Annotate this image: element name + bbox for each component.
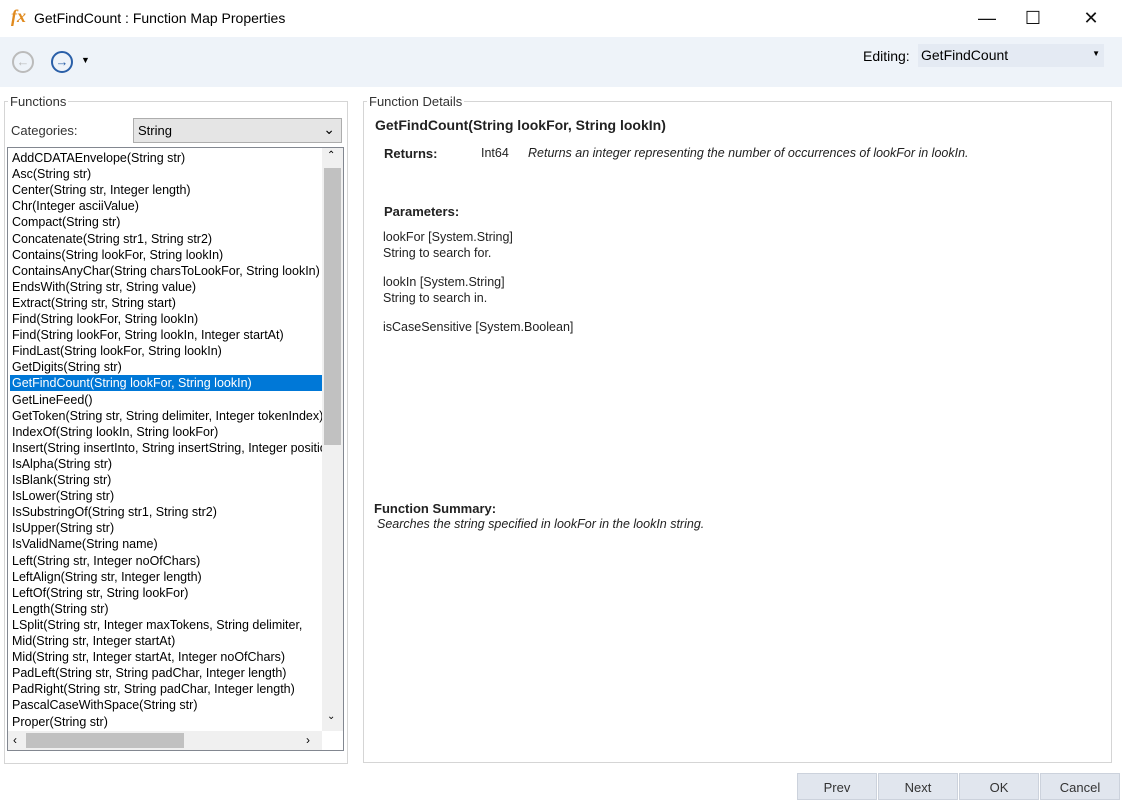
function-list-item[interactable]: ContainsAnyChar(String charsToLookFor, S… <box>10 263 322 279</box>
scroll-down-icon[interactable]: ⌄ <box>327 711 335 722</box>
vertical-scroll-thumb[interactable] <box>324 168 341 445</box>
scroll-left-icon[interactable]: ‹ <box>13 733 17 747</box>
function-list-item[interactable]: PascalCaseWithSpace(String str) <box>10 697 322 713</box>
category-value: String <box>138 123 172 138</box>
function-list-item[interactable]: Proper(String str) <box>10 714 322 730</box>
returns-label: Returns: <box>384 146 438 161</box>
function-list-item[interactable]: PadLeft(String str, String padChar, Inte… <box>10 665 322 681</box>
function-list-item[interactable]: Left(String str, Integer noOfChars) <box>10 553 322 569</box>
fx-icon: fx <box>11 6 26 26</box>
close-button[interactable]: ✕ <box>1068 4 1114 32</box>
chevron-down-icon: ⌄ <box>323 121 335 137</box>
forward-icon[interactable]: → <box>51 51 73 73</box>
maximize-button[interactable]: ☐ <box>1010 4 1056 32</box>
parameter-description: String to search in. <box>383 291 488 305</box>
function-list-item[interactable]: IsLower(String str) <box>10 488 322 504</box>
editing-select[interactable]: GetFindCount ▼ <box>918 44 1104 67</box>
function-list-item[interactable]: LeftOf(String str, String lookFor) <box>10 585 322 601</box>
categories-select[interactable]: String ⌄ <box>133 118 342 143</box>
scroll-right-icon[interactable]: › <box>306 733 310 747</box>
scroll-up-icon[interactable]: ⌃ <box>327 150 335 161</box>
cancel-button[interactable]: Cancel <box>1040 773 1120 800</box>
prev-button[interactable]: Prev <box>797 773 877 800</box>
returns-description: Returns an integer representing the numb… <box>528 146 969 160</box>
back-icon[interactable]: ← <box>12 51 34 73</box>
vertical-scrollbar[interactable]: ⌃ ⌄ <box>322 148 343 731</box>
minimize-button[interactable]: — <box>964 4 1010 32</box>
horizontal-scrollbar[interactable]: ‹ › <box>8 731 322 750</box>
function-list-item[interactable]: LeftAlign(String str, Integer length) <box>10 569 322 585</box>
function-list-item[interactable]: Length(String str) <box>10 601 322 617</box>
returns-type: Int64 <box>481 146 509 160</box>
function-list-item[interactable]: Extract(String str, String start) <box>10 295 322 311</box>
toolbar: ← → ▼ Editing: GetFindCount ▼ <box>0 37 1122 87</box>
parameter-name: lookFor [System.String] <box>383 230 513 244</box>
function-details-group <box>363 101 1112 763</box>
functions-list[interactable]: AddCDATAEnvelope(String str) Asc(String s… <box>7 147 344 751</box>
function-list-item[interactable]: Center(String str, Integer length) <box>10 182 322 198</box>
function-list-item[interactable]: IsBlank(String str) <box>10 472 322 488</box>
function-list-item[interactable]: Chr(Integer asciiValue) <box>10 198 322 214</box>
function-list-item[interactable]: Contains(String lookFor, String lookIn) <box>10 247 322 263</box>
function-list-item[interactable]: IndexOf(String lookIn, String lookFor) <box>10 424 322 440</box>
summary-text: Searches the string specified in lookFor… <box>377 517 705 531</box>
window-title: GetFindCount : Function Map Properties <box>34 10 286 26</box>
function-list-item[interactable]: Mid(String str, Integer startAt) <box>10 633 322 649</box>
function-details-label: Function Details <box>367 94 465 109</box>
function-list-item[interactable]: Asc(String str) <box>10 166 322 182</box>
editing-value: GetFindCount <box>921 47 1009 63</box>
parameters-label: Parameters: <box>384 204 460 219</box>
function-list-item[interactable]: Find(String lookFor, String lookIn) <box>10 311 322 327</box>
horizontal-scroll-thumb[interactable] <box>26 733 184 748</box>
function-list-item[interactable]: GetToken(String str, String delimiter, I… <box>10 408 322 424</box>
next-button[interactable]: Next <box>878 773 958 800</box>
function-list-item[interactable]: Find(String lookFor, String lookIn, Inte… <box>10 327 322 343</box>
function-list-item[interactable]: IsSubstringOf(String str1, String str2) <box>10 504 322 520</box>
parameter-name: lookIn [System.String] <box>383 275 505 289</box>
parameter-description: String to search for. <box>383 246 492 260</box>
categories-label: Categories: <box>11 123 78 138</box>
chevron-down-icon: ▼ <box>1092 49 1100 58</box>
function-list-item[interactable]: Concatenate(String str1, String str2) <box>10 231 322 247</box>
function-list-item[interactable]: GetLineFeed() <box>10 392 322 408</box>
ok-button[interactable]: OK <box>959 773 1039 800</box>
function-list-item[interactable]: Mid(String str, Integer startAt, Integer… <box>10 649 322 665</box>
function-list-item[interactable]: FindLast(String lookFor, String lookIn) <box>10 343 322 359</box>
function-list-item[interactable]: GetFindCount(String lookFor, String look… <box>10 375 322 392</box>
function-signature: GetFindCount(String lookFor, String look… <box>375 117 666 133</box>
title-bar: fx GetFindCount : Function Map Propertie… <box>0 0 1122 37</box>
function-list-item[interactable]: GetDigits(String str) <box>10 359 322 375</box>
function-list-item[interactable]: PadRight(String str, String padChar, Int… <box>10 681 322 697</box>
function-list-item[interactable]: IsAlpha(String str) <box>10 456 322 472</box>
parameter-name: isCaseSensitive [System.Boolean] <box>383 320 574 334</box>
function-list-item[interactable]: IsUpper(String str) <box>10 520 322 536</box>
function-list-item[interactable]: AddCDATAEnvelope(String str) <box>10 150 322 166</box>
history-dropdown-icon[interactable]: ▼ <box>81 55 90 65</box>
function-list-item[interactable]: IsValidName(String name) <box>10 536 322 552</box>
function-list-item[interactable]: Compact(String str) <box>10 214 322 230</box>
function-list-item[interactable]: LSplit(String str, Integer maxTokens, St… <box>10 617 322 633</box>
editing-label: Editing: <box>863 48 910 64</box>
summary-label: Function Summary: <box>374 501 497 516</box>
functions-group-label: Functions <box>8 94 69 109</box>
function-list-item[interactable]: EndsWith(String str, String value) <box>10 279 322 295</box>
function-list-item[interactable]: Insert(String insertInto, String insertS… <box>10 440 322 456</box>
